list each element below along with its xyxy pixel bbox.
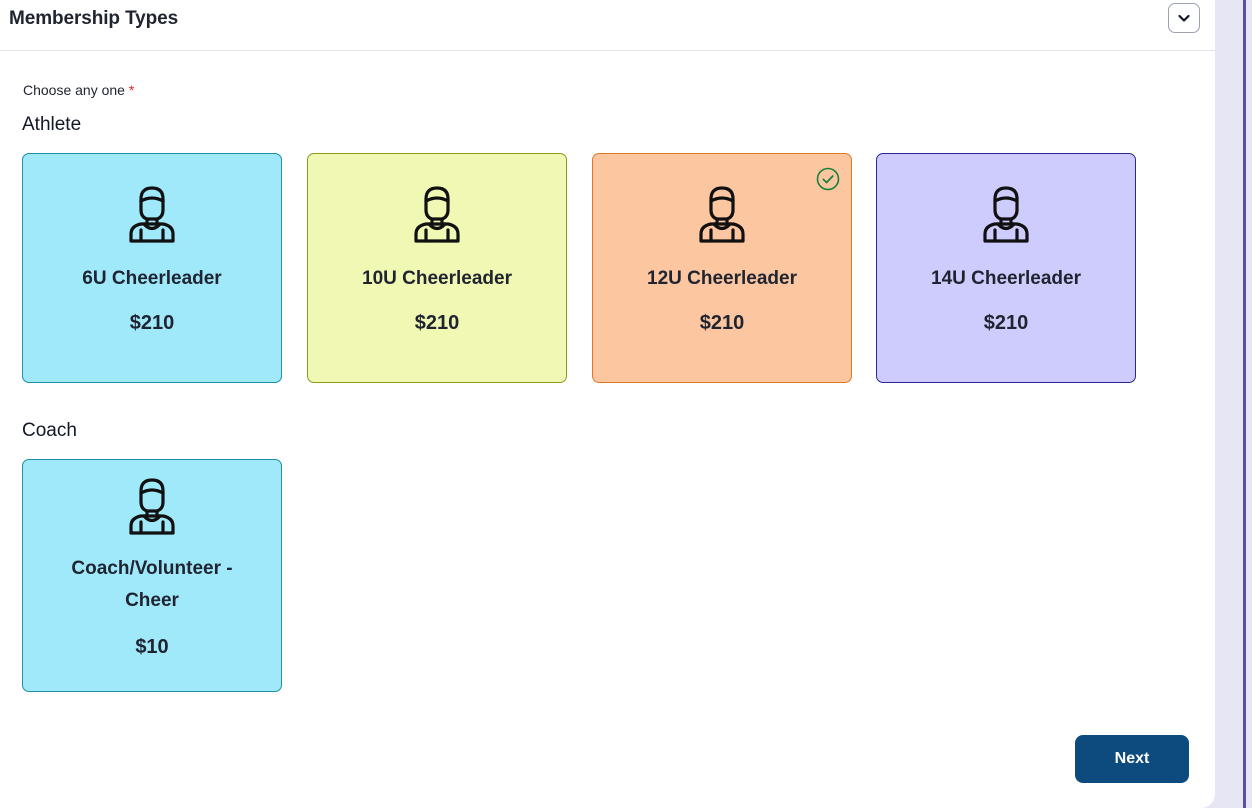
panel-title: Membership Types [9,8,179,29]
next-button[interactable]: Next [1075,735,1189,783]
right-border-strip [1243,0,1246,808]
card-name: 14U Cheerleader [931,268,1081,289]
card-name-line2: Cheer [125,590,179,611]
card-name: 10U Cheerleader [362,268,512,289]
collapse-button[interactable] [1168,3,1200,33]
chevron-down-icon [1178,14,1190,22]
selected-check-icon [816,167,840,191]
person-icon [414,186,460,243]
person-icon [983,186,1029,243]
membership-card-6u-cheerleader[interactable]: 6U Cheerleader $210 [22,153,282,383]
card-price: $210 [699,312,745,334]
person-icon [129,186,175,243]
panel-header: Membership Types [0,0,1215,51]
section-title-athlete: Athlete [22,114,82,135]
membership-panel: Membership Types Choose any one * Athlet… [0,0,1215,808]
card-name: 12U Cheerleader [647,268,797,289]
required-marker: * [128,82,135,98]
choose-label-text: Choose any one [23,82,125,98]
card-price: $210 [983,312,1029,334]
membership-card-12u-cheerleader[interactable]: 12U Cheerleader $210 [592,153,852,383]
card-price: $210 [129,312,175,334]
person-icon [699,186,745,243]
card-name-line1: Coach/Volunteer - [71,558,233,579]
card-name: 6U Cheerleader [82,268,222,289]
page: Membership Types Choose any one * Athlet… [0,0,1252,808]
membership-card-14u-cheerleader[interactable]: 14U Cheerleader $210 [876,153,1136,383]
membership-card-10u-cheerleader[interactable]: 10U Cheerleader $210 [307,153,567,383]
card-price: $210 [414,312,460,334]
card-price: $10 [135,636,169,658]
membership-card-coach-volunteer-cheer[interactable]: Coach/Volunteer - Cheer $10 [22,459,282,692]
choose-label: Choose any one * [23,82,134,98]
person-icon [129,478,175,535]
section-title-coach: Coach [22,420,77,441]
